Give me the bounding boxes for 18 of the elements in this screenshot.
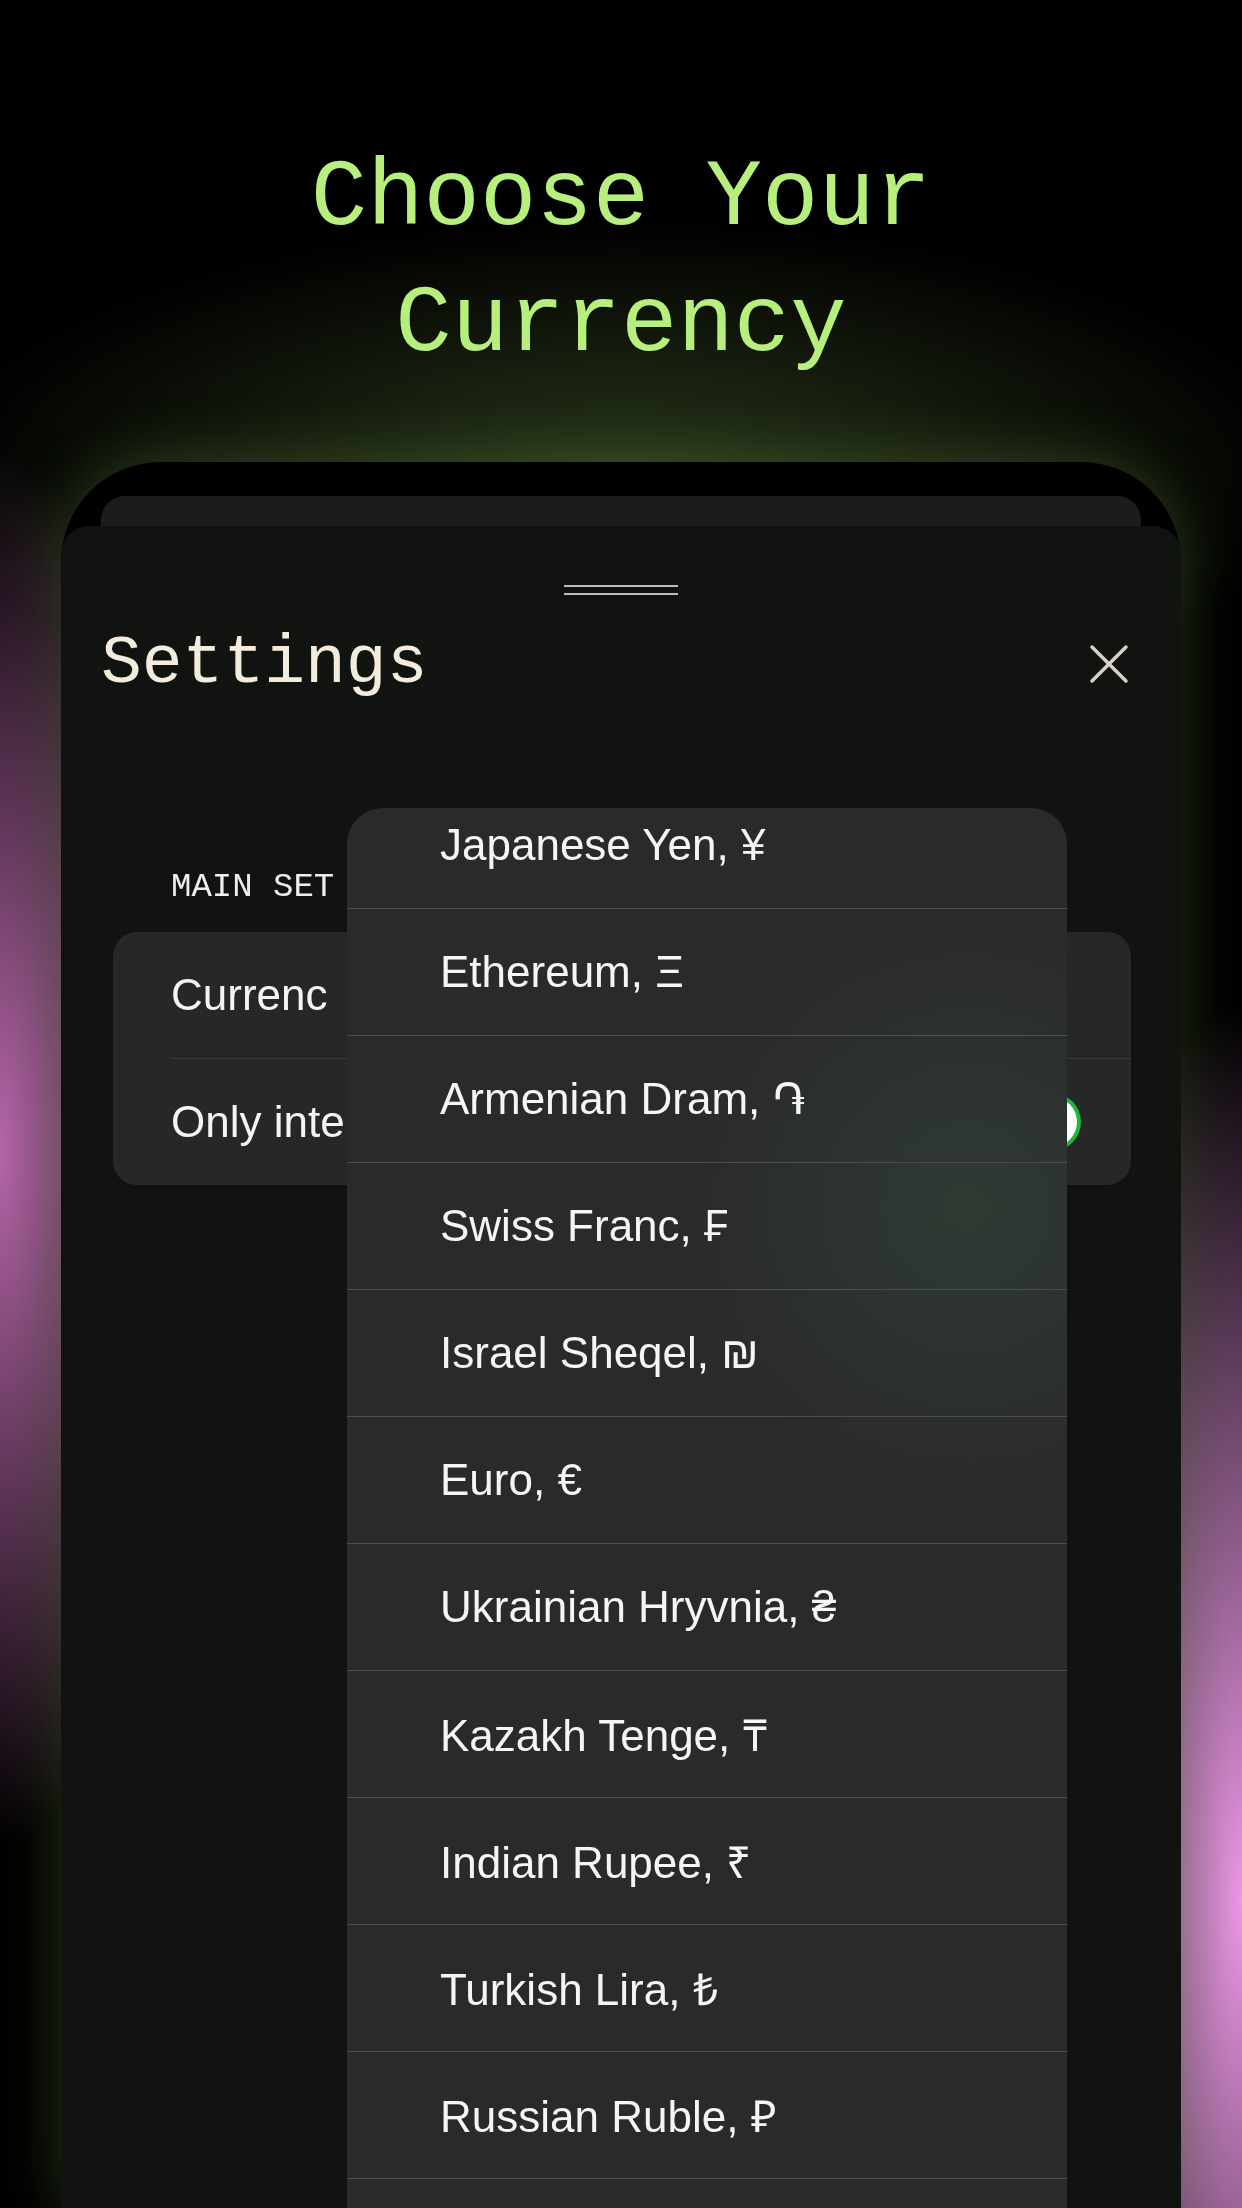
menu-item[interactable]: Indian Rupee, ₹ (347, 1798, 1067, 1925)
menu-item[interactable]: Israel Sheqel, ₪ (347, 1290, 1067, 1417)
menu-item[interactable]: Kazakh Tenge, ₸ (347, 1671, 1067, 1798)
setting-label[interactable]: Only inte (171, 1097, 345, 1147)
menu-item[interactable]: Ethereum, Ξ (347, 909, 1067, 1036)
menu-item[interactable]: Armenian Dram, ֏ (347, 1036, 1067, 1163)
menu-item[interactable]: Swiss Franc, ₣ (347, 1163, 1067, 1290)
setting-label[interactable]: Currenc (171, 970, 328, 1020)
section-label: MAIN SET (171, 868, 335, 906)
menu-item[interactable]: Russian Ruble, ₽ (347, 2052, 1067, 2179)
menu-item[interactable]: Japanese Yen, ¥ (347, 808, 1067, 909)
menu-item[interactable]: Euro, € (347, 1417, 1067, 1544)
headline: Choose Your Currency (309, 145, 933, 380)
menu-item[interactable]: Turkish Lira, ₺ (347, 1925, 1067, 2052)
menu-item[interactable]: Ukrainian Hryvnia, ₴ (347, 1544, 1067, 1671)
close-icon[interactable] (1089, 643, 1129, 684)
sheet-title: Settings (101, 625, 428, 702)
drag-handle[interactable] (564, 585, 678, 595)
